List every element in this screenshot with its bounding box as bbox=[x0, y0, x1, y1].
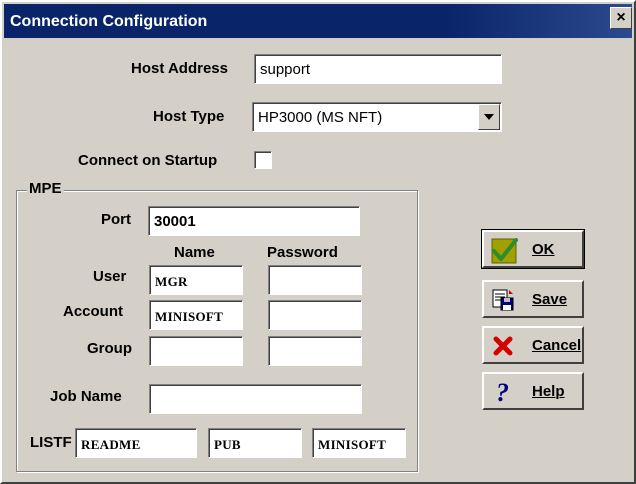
host-address-label: Host Address bbox=[131, 60, 228, 77]
job-name-label: Job Name bbox=[50, 388, 122, 405]
title-bar[interactable]: Connection Configuration × bbox=[4, 4, 632, 38]
host-address-input[interactable]: support bbox=[254, 54, 502, 84]
job-name-input[interactable] bbox=[149, 384, 362, 414]
mpe-legend: MPE bbox=[27, 180, 64, 197]
question-mark-icon: ? bbox=[490, 378, 516, 407]
user-label: User bbox=[93, 268, 127, 285]
port-input[interactable]: 30001 bbox=[148, 206, 360, 236]
connection-config-dialog: Connection Configuration × Host Address … bbox=[0, 0, 636, 484]
ok-label: OK bbox=[532, 241, 555, 258]
name-column-header: Name bbox=[174, 244, 215, 261]
window-title: Connection Configuration bbox=[10, 13, 208, 30]
listf-account-input[interactable]: MINISOFT bbox=[312, 428, 406, 458]
account-password-input[interactable] bbox=[268, 300, 362, 330]
cancel-label: Cancel bbox=[532, 337, 582, 354]
red-x-icon bbox=[490, 332, 516, 358]
account-label: Account bbox=[63, 303, 123, 320]
host-type-value: HP3000 (MS NFT) bbox=[258, 109, 383, 126]
group-label: Group bbox=[87, 340, 132, 357]
ok-button[interactable]: OK bbox=[481, 229, 585, 269]
listf-file-input[interactable]: README bbox=[75, 428, 197, 458]
help-button[interactable]: ? Help bbox=[482, 372, 584, 410]
svg-text:?: ? bbox=[496, 378, 509, 404]
cancel-button[interactable]: Cancel bbox=[482, 326, 584, 364]
listf-group-input[interactable]: PUB bbox=[208, 428, 302, 458]
host-type-label: Host Type bbox=[153, 108, 225, 125]
password-column-header: Password bbox=[267, 244, 338, 261]
connect-on-startup-label: Connect on Startup bbox=[78, 152, 218, 169]
checkmark-icon bbox=[490, 236, 518, 264]
connect-on-startup-checkbox[interactable] bbox=[254, 151, 272, 169]
group-password-input[interactable] bbox=[268, 336, 362, 366]
save-button[interactable]: Save bbox=[482, 280, 584, 318]
group-name-input[interactable] bbox=[149, 336, 243, 366]
save-label: Save bbox=[532, 291, 568, 308]
account-name-input[interactable]: MINISOFT bbox=[149, 300, 243, 330]
chevron-down-icon[interactable] bbox=[478, 104, 500, 130]
host-type-select[interactable]: HP3000 (MS NFT) bbox=[252, 102, 502, 132]
help-label: Help bbox=[532, 383, 565, 400]
close-button[interactable]: × bbox=[610, 7, 632, 29]
user-name-input[interactable]: MGR bbox=[149, 265, 243, 295]
user-password-input[interactable] bbox=[268, 265, 362, 295]
listf-label: LISTF bbox=[30, 434, 72, 451]
floppy-disk-icon bbox=[490, 286, 516, 312]
port-label: Port bbox=[101, 211, 131, 228]
